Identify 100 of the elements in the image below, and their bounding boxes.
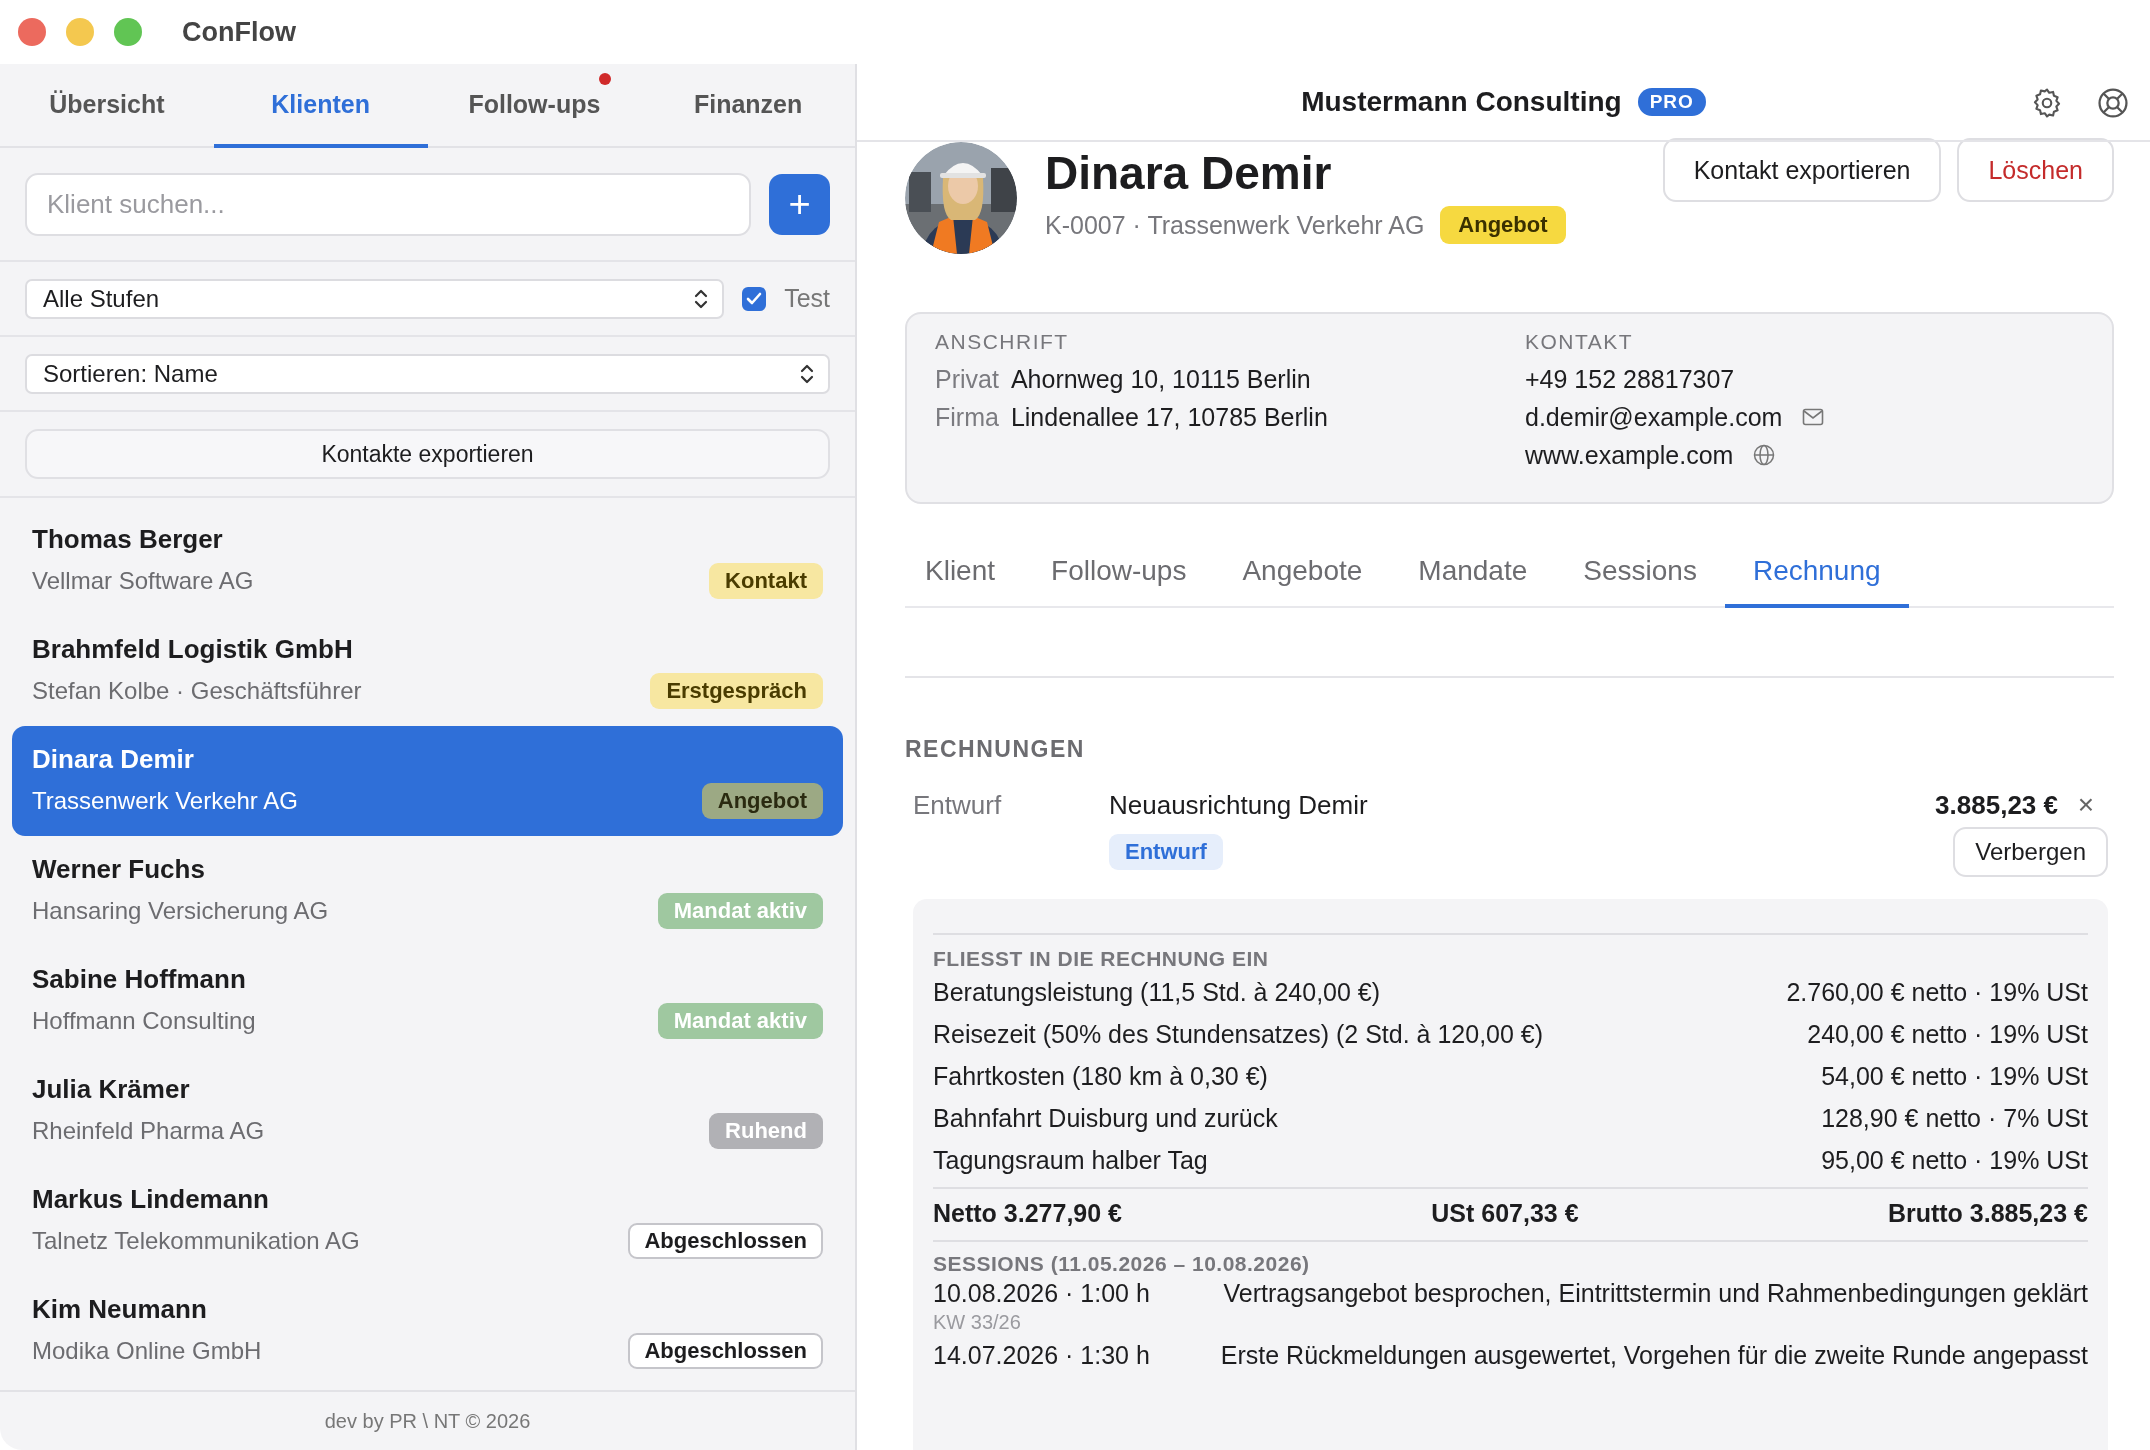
session-date: 14.07.2026 · 1:30 h	[933, 1340, 1150, 1371]
client-list-item[interactable]: Kim Neumann Modika Online GmbH Abgeschlossen	[12, 1276, 843, 1386]
detail-tab[interactable]: Mandate	[1390, 538, 1556, 608]
total-amount: USt 607,33 €	[1431, 1199, 1579, 1228]
lifebuoy-icon[interactable]	[2096, 86, 2130, 120]
session-note: Vertragsangebot besprochen, Eintrittstermin und Rahmenbedingungen geklärt	[1222, 1278, 2088, 1309]
export-button[interactable]: Kontakte exportieren	[25, 429, 830, 479]
client-name: Dinara Demir	[1045, 146, 1333, 200]
line-item-amount: 95,00 € netto · 19% USt	[1821, 1145, 2088, 1176]
status-badge: Entwurf	[1109, 834, 1223, 870]
client-name: Brahmfeld Logistik GmbH	[32, 633, 353, 665]
stage-badge: Abgeschlossen	[628, 1222, 823, 1259]
detail-tab[interactable]: Follow-ups	[1023, 538, 1215, 608]
line-item-amount: 54,00 € netto · 19% USt	[1821, 1061, 2088, 1092]
stage-badge: Mandat aktiv	[657, 892, 823, 929]
line-item-amount: 240,00 € netto · 19% USt	[1807, 1019, 2088, 1050]
address-value: Lindenallee 17, 10785 Berlin	[1010, 402, 1328, 433]
checkbox-label: Test	[784, 284, 830, 313]
email-address: d.demir@example.com	[1525, 402, 1783, 433]
client-subtitle: Modika Online GmbH	[32, 1336, 262, 1365]
address-label: Firma	[935, 402, 999, 433]
client-subtitle: Trassenwerk Verkehr AG	[32, 786, 298, 815]
client-meta: K-0007 · Trassenwerk Verkehr AG	[1045, 210, 1425, 240]
client-list-item[interactable]: Julia Krämer Rheinfeld Pharma AG Ruhend	[12, 1056, 843, 1166]
invoice-status: Entwurf	[913, 789, 1003, 821]
client-name: Kim Neumann	[32, 1293, 207, 1325]
website-address: www.example.com	[1525, 440, 1734, 471]
session-note: Erste Rückmeldungen ausgewertet, Vorgehen für die zweite Runde angepasst	[1219, 1340, 2088, 1371]
nav-tab[interactable]: Follow-ups	[427, 64, 642, 148]
invoice-title: Neuausrichtung Demir	[1109, 789, 1369, 821]
total-amount: Netto 3.277,90 €	[933, 1199, 1122, 1228]
client-list-item[interactable]: Brahmfeld Logistik GmbH Stefan Kolbe · Geschäftsführer Erstgespräch	[12, 616, 843, 726]
nav-tab[interactable]: Übersicht	[0, 64, 214, 148]
client-subtitle: Hansaring Versicherung AG	[32, 896, 329, 925]
line-item-description: Beratungsleistung (11,5 Std. à 240,00 €)	[933, 977, 1381, 1008]
line-item-description: Bahnfahrt Duisburg und zurück	[933, 1103, 1278, 1134]
line-item-amount: 2.760,00 € netto · 19% USt	[1786, 977, 2088, 1008]
test-checkbox[interactable]	[742, 286, 767, 311]
chevron-icon	[800, 362, 814, 385]
company-name: Mustermann Consulting	[1301, 86, 1622, 118]
phone-number: +49 152 28817307	[1525, 364, 1735, 395]
client-list-item[interactable]: Markus Lindemann Talnetz Telekommunikation AG Abgeschlossen	[12, 1166, 843, 1276]
detail-tab[interactable]: Rechnung	[1724, 538, 1909, 608]
detail-tab[interactable]: Sessions	[1555, 538, 1725, 608]
stage-badge: Ruhend	[709, 1112, 823, 1149]
address-label: Privat	[935, 364, 999, 395]
section-heading: FLIESST IN DIE RECHNUNG EIN	[933, 947, 1270, 971]
client-name: Markus Lindemann	[32, 1183, 269, 1215]
line-item-description: Fahrtkosten (180 km à 0,30 €)	[933, 1061, 1268, 1092]
remove-button[interactable]: ×	[2077, 789, 2095, 821]
stage-badge: Angebot	[1440, 206, 1566, 244]
section-label: KONTAKT	[1525, 330, 1635, 354]
window-title: ConFlow	[182, 16, 296, 48]
client-list-item[interactable]: Thomas Berger Vellmar Software AG Kontakt	[12, 506, 843, 616]
stage-dropdown[interactable]: Alle Stufen	[25, 278, 725, 319]
client-subtitle: Vellmar Software AG	[32, 566, 254, 595]
address-value: Ahornweg 10, 10115 Berlin	[1010, 364, 1311, 395]
section-heading: RECHNUNGEN	[905, 736, 1086, 763]
search-field[interactable]: Klient suchen...	[25, 172, 751, 236]
session-date: 10.08.2026 · 1:00 h	[933, 1278, 1150, 1309]
client-name: Julia Krämer	[32, 1073, 190, 1105]
stage-badge: Angebot	[701, 782, 823, 819]
add-button[interactable]: +	[769, 173, 830, 235]
client-name: Sabine Hoffmann	[32, 963, 246, 995]
client-list-item[interactable]: Dinara Demir Trassenwerk Verkehr AG Angebot	[12, 726, 843, 836]
line-item-description: Reisezeit (50% des Stundensatzes) (2 Std. à 120,00 €)	[933, 1019, 1544, 1050]
zoom-button[interactable]	[114, 18, 142, 46]
globe-icon[interactable]	[1753, 444, 1776, 466]
stage-badge: Abgeschlossen	[628, 1332, 823, 1369]
client-name: Dinara Demir	[32, 743, 194, 775]
check-icon	[746, 291, 763, 306]
hide-button[interactable]: Verbergen	[1953, 827, 2108, 877]
stage-badge: Erstgespräch	[650, 672, 823, 709]
client-list-item[interactable]: Sabine Hoffmann Hoffmann Consulting Mandat aktiv	[12, 946, 843, 1056]
plan-badge: PRO	[1637, 88, 1706, 116]
client-subtitle: Rheinfeld Pharma AG	[32, 1116, 265, 1145]
sort-dropdown[interactable]: Sortieren: Name	[25, 353, 830, 394]
detail-tab[interactable]: Angebote	[1214, 538, 1391, 608]
invoice-amount: 3.885,23 €	[1935, 789, 2058, 821]
nav-tab[interactable]: Finanzen	[641, 64, 855, 148]
detail-tab[interactable]: Klient	[905, 538, 1024, 608]
close-button[interactable]	[18, 18, 46, 46]
client-subtitle: Stefan Kolbe · Geschäftsführer	[32, 676, 362, 705]
client-subtitle: Talnetz Telekommunikation AG	[32, 1226, 360, 1255]
footer-credit: dev by PR \ NT © 2026	[324, 1409, 531, 1433]
export-contact-button[interactable]: Kontakt exportieren	[1662, 138, 1942, 202]
stage-badge: Mandat aktiv	[657, 1002, 823, 1039]
stage-badge: Kontakt	[709, 562, 823, 599]
calendar-week: KW 33/26	[933, 1310, 1022, 1334]
line-item-amount: 128,90 € netto · 7% USt	[1821, 1103, 2088, 1134]
mail-icon[interactable]	[1802, 408, 1825, 426]
line-item-description: Tagungsraum halber Tag	[933, 1145, 1208, 1176]
client-name: Werner Fuchs	[32, 853, 205, 885]
delete-button[interactable]: Löschen	[1957, 138, 2114, 202]
client-list-item[interactable]: Werner Fuchs Hansaring Versicherung AG Mandat aktiv	[12, 836, 843, 946]
total-amount: Brutto 3.885,23 €	[1887, 1199, 2088, 1228]
client-name: Thomas Berger	[32, 523, 223, 555]
nav-tab[interactable]: Klienten	[213, 64, 428, 148]
section-label: ANSCHRIFT	[935, 330, 1070, 354]
section-heading: SESSIONS (11.05.2026 – 10.08.2026)	[933, 1252, 1311, 1276]
